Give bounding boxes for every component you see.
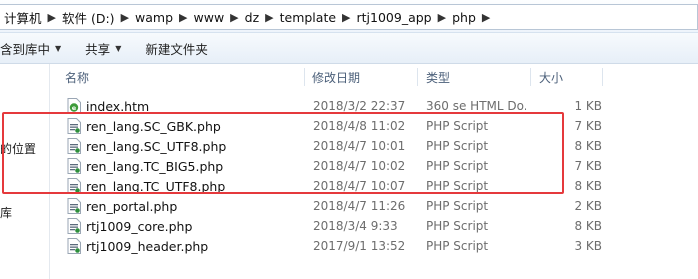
file-name: ren_lang.TC_UTF8.php xyxy=(86,178,226,194)
file-type: PHP Script xyxy=(426,159,489,173)
file-date: 2018/3/2 22:37 xyxy=(313,99,406,113)
file-row[interactable]: ren_lang.SC_UTF8.php 2018/4/7 10:01 PHP … xyxy=(50,136,698,156)
file-name: ren_portal.php xyxy=(86,198,178,214)
address-bar: 计算机 ▶ 软件 (D:) ▶ wamp ▶ www ▶ dz ▶ templa… xyxy=(0,0,698,33)
chevron-down-icon: ▼ xyxy=(55,43,62,53)
file-type: PHP Script xyxy=(426,139,489,153)
file-size: 7 KB xyxy=(574,119,602,133)
file-type: PHP Script xyxy=(426,199,489,213)
php-file-icon xyxy=(67,138,81,154)
html-file-icon: e xyxy=(67,98,81,114)
file-size: 8 KB xyxy=(574,179,602,193)
breadcrumb-item-drive[interactable]: 软件 (D:) xyxy=(58,8,119,27)
column-header-name[interactable]: 名称 xyxy=(65,69,89,86)
file-type: PHP Script xyxy=(426,219,489,233)
file-row[interactable]: ren_lang.TC_BIG5.php 2018/4/7 10:02 PHP … xyxy=(50,156,698,176)
file-type: PHP Script xyxy=(426,179,489,193)
file-date: 2018/4/7 10:01 xyxy=(313,139,406,153)
file-row[interactable]: rtj1009_header.php 2017/9/1 13:52 PHP Sc… xyxy=(50,236,698,256)
file-date: 2018/4/7 10:07 xyxy=(313,179,406,193)
breadcrumb-item-dz[interactable]: dz xyxy=(241,10,264,25)
share-button[interactable]: 共享 ▼ xyxy=(73,39,133,58)
column-header-type[interactable]: 类型 xyxy=(426,69,450,86)
nav-item-library[interactable]: 库 xyxy=(0,204,12,221)
file-size: 1 KB xyxy=(574,99,602,113)
column-divider[interactable] xyxy=(530,68,531,86)
breadcrumb-separator-icon[interactable]: ▶ xyxy=(119,11,131,24)
column-header-date[interactable]: 修改日期 xyxy=(312,69,360,86)
breadcrumb-separator-icon[interactable]: ▶ xyxy=(340,11,352,24)
file-date: 2017/9/1 13:52 xyxy=(313,239,406,253)
file-name: index.htm xyxy=(86,98,150,114)
breadcrumb-separator-icon[interactable]: ▶ xyxy=(177,11,189,24)
php-file-icon xyxy=(67,198,81,214)
php-file-icon xyxy=(67,118,81,134)
breadcrumb-item-php[interactable]: php xyxy=(448,10,480,25)
file-size: 7 KB xyxy=(574,159,602,173)
new-folder-label: 新建文件夹 xyxy=(145,41,208,57)
file-list: 名称 修改日期 类型 大小 e index.htm 2018/3/2 22:37… xyxy=(50,64,698,279)
navigation-pane: 的位置 库 xyxy=(0,64,50,279)
chevron-down-icon: ▼ xyxy=(115,43,122,53)
file-name: ren_lang.SC_GBK.php xyxy=(86,118,221,134)
file-date: 2018/4/8 11:02 xyxy=(313,119,406,133)
file-size: 8 KB xyxy=(574,139,602,153)
php-file-icon xyxy=(67,218,81,234)
php-file-icon xyxy=(67,238,81,254)
file-date: 2018/4/7 10:02 xyxy=(313,159,406,173)
nav-item-location[interactable]: 的位置 xyxy=(0,140,36,157)
file-size: 3 KB xyxy=(574,239,602,253)
file-type: PHP Script xyxy=(426,239,489,253)
file-name: rtj1009_header.php xyxy=(86,238,209,254)
file-name: ren_lang.SC_UTF8.php xyxy=(86,138,227,154)
file-size: 2 KB xyxy=(574,199,602,213)
file-size: 8 KB xyxy=(574,219,602,233)
breadcrumb[interactable]: 计算机 ▶ 软件 (D:) ▶ wamp ▶ www ▶ dz ▶ templa… xyxy=(0,4,698,30)
breadcrumb-item-www[interactable]: www xyxy=(190,10,229,25)
file-name: rtj1009_core.php xyxy=(86,218,193,234)
include-in-library-label: 含到库中 xyxy=(0,41,51,57)
svg-text:e: e xyxy=(72,104,77,112)
include-in-library-button[interactable]: 含到库中 ▼ xyxy=(0,39,73,58)
breadcrumb-item-rtj1009-app[interactable]: rtj1009_app xyxy=(353,10,436,25)
file-date: 2018/4/7 11:26 xyxy=(313,199,406,213)
file-row[interactable]: ren_lang.TC_UTF8.php 2018/4/7 10:07 PHP … xyxy=(50,176,698,196)
breadcrumb-separator-icon[interactable]: ▶ xyxy=(228,11,240,24)
column-divider[interactable] xyxy=(304,68,305,86)
php-file-icon xyxy=(67,158,81,174)
new-folder-button[interactable]: 新建文件夹 xyxy=(133,39,220,58)
file-row[interactable]: rtj1009_core.php 2018/3/4 9:33 PHP Scrip… xyxy=(50,216,698,236)
file-date: 2018/3/4 9:33 xyxy=(313,219,398,233)
breadcrumb-item-computer[interactable]: 计算机 xyxy=(0,8,46,27)
file-name: ren_lang.TC_BIG5.php xyxy=(86,158,224,174)
command-toolbar: 含到库中 ▼ 共享 ▼ 新建文件夹 xyxy=(0,33,698,64)
file-row[interactable]: e index.htm 2018/3/2 22:37 360 se HTML D… xyxy=(50,96,698,116)
column-divider[interactable] xyxy=(602,68,603,86)
breadcrumb-separator-icon[interactable]: ▶ xyxy=(480,11,492,24)
column-header-row: 名称 修改日期 类型 大小 xyxy=(50,64,698,90)
file-type: 360 se HTML Do... xyxy=(426,99,526,113)
php-file-icon xyxy=(67,178,81,194)
column-header-size[interactable]: 大小 xyxy=(539,69,563,86)
file-row[interactable]: ren_portal.php 2018/4/7 11:26 PHP Script… xyxy=(50,196,698,216)
breadcrumb-separator-icon[interactable]: ▶ xyxy=(263,11,275,24)
file-type: PHP Script xyxy=(426,119,489,133)
breadcrumb-separator-icon[interactable]: ▶ xyxy=(46,11,58,24)
column-divider[interactable] xyxy=(417,68,418,86)
share-label: 共享 xyxy=(85,41,111,57)
breadcrumb-separator-icon[interactable]: ▶ xyxy=(436,11,448,24)
breadcrumb-item-template[interactable]: template xyxy=(276,10,340,25)
breadcrumb-item-wamp[interactable]: wamp xyxy=(131,10,177,25)
file-row[interactable]: ren_lang.SC_GBK.php 2018/4/8 11:02 PHP S… xyxy=(50,116,698,136)
